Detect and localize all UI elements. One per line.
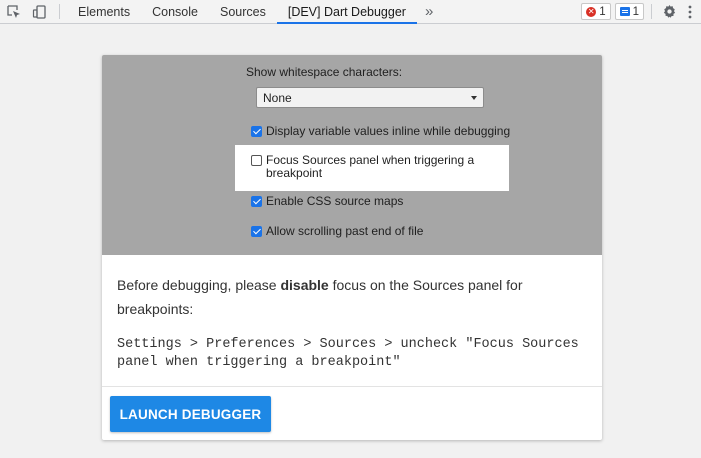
checkbox-unchecked-icon (251, 155, 262, 166)
more-options-icon[interactable] (679, 0, 701, 23)
instructions-pre: Before debugging, please (117, 277, 281, 293)
whitespace-label: Show whitespace characters: (246, 65, 403, 79)
settings-path: Settings > Preferences > Sources > unche… (117, 337, 587, 370)
option-label: Enable CSS source maps (266, 194, 404, 208)
preferences-screenshot: Show whitespace characters: None Display… (102, 55, 602, 255)
tab-sources[interactable]: Sources (209, 0, 277, 23)
launch-debugger-button[interactable]: LAUNCH DEBUGGER (110, 396, 271, 432)
card-divider (102, 386, 602, 387)
tab-dart-debugger[interactable]: [DEV] Dart Debugger (276, 0, 418, 24)
inspect-element-icon[interactable] (0, 0, 28, 23)
issues-count: 1 (632, 5, 639, 18)
option-scroll-past-end: Allow scrolling past end of file (251, 225, 423, 238)
issues-icon (619, 7, 630, 16)
error-count-badge[interactable]: ✕ 1 (581, 3, 611, 20)
error-count: 1 (599, 5, 606, 18)
option-label: Focus Sources panel when triggering a br… (266, 153, 475, 180)
tab-console[interactable]: Console (141, 0, 209, 23)
checkbox-checked-icon (251, 196, 262, 207)
error-icon: ✕ (586, 6, 597, 17)
option-label: Allow scrolling past end of file (266, 224, 424, 238)
option-focus-sources: Focus Sources panel when triggering a br… (251, 154, 501, 180)
toolbar-divider (59, 4, 60, 19)
option-inline-values: Display variable values inline while deb… (251, 125, 510, 138)
option-label: Display variable values inline while deb… (266, 124, 511, 138)
whitespace-select: None (256, 87, 484, 108)
settings-gear-icon[interactable] (659, 0, 679, 23)
toolbar-divider (651, 4, 652, 19)
devtools-toolbar: Elements Console Sources [DEV] Dart Debu… (0, 0, 701, 24)
checkbox-checked-icon (251, 126, 262, 137)
chevron-down-icon (471, 96, 477, 100)
whitespace-select-value: None (263, 90, 292, 105)
issues-count-badge[interactable]: 1 (614, 3, 644, 20)
device-toolbar-icon[interactable] (28, 0, 52, 23)
more-tabs-icon[interactable]: » (417, 0, 437, 23)
instructions-text: Before debugging, please disable focus o… (117, 273, 587, 321)
checkbox-checked-icon (251, 226, 262, 237)
instructions-emphasis: disable (280, 277, 329, 293)
option-css-source-maps: Enable CSS source maps (251, 195, 403, 208)
tab-elements[interactable]: Elements (67, 0, 141, 23)
debugger-instructions-card: Show whitespace characters: None Display… (102, 55, 602, 440)
